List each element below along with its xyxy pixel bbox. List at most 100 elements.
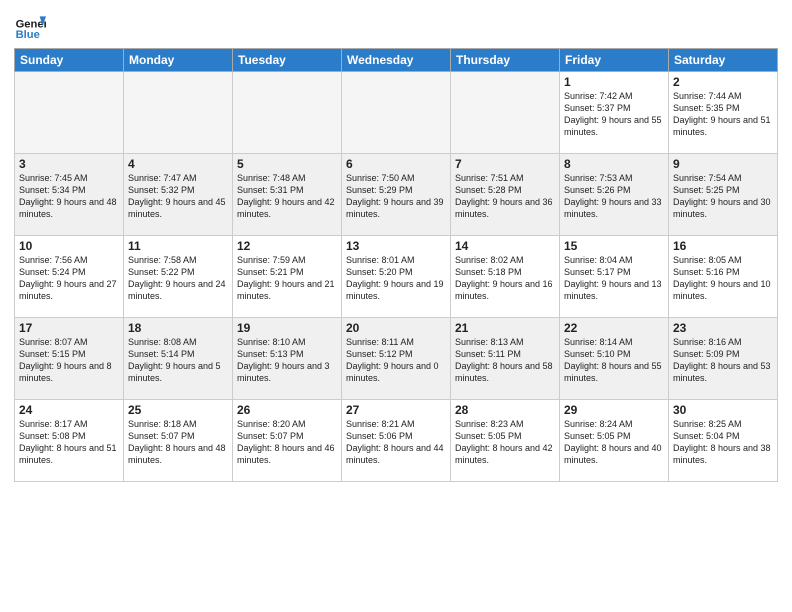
cal-cell: 12Sunrise: 7:59 AM Sunset: 5:21 PM Dayli… — [233, 236, 342, 318]
day-header-tuesday: Tuesday — [233, 49, 342, 72]
cal-cell: 6Sunrise: 7:50 AM Sunset: 5:29 PM Daylig… — [342, 154, 451, 236]
cell-info: Sunrise: 8:17 AM Sunset: 5:08 PM Dayligh… — [19, 418, 119, 467]
week-row-5: 24Sunrise: 8:17 AM Sunset: 5:08 PM Dayli… — [15, 400, 778, 482]
day-number: 27 — [346, 403, 446, 417]
cell-info: Sunrise: 8:25 AM Sunset: 5:04 PM Dayligh… — [673, 418, 773, 467]
week-row-4: 17Sunrise: 8:07 AM Sunset: 5:15 PM Dayli… — [15, 318, 778, 400]
cal-cell: 28Sunrise: 8:23 AM Sunset: 5:05 PM Dayli… — [451, 400, 560, 482]
svg-text:Blue: Blue — [16, 29, 40, 41]
day-number: 1 — [564, 75, 664, 89]
day-number: 4 — [128, 157, 228, 171]
day-number: 3 — [19, 157, 119, 171]
cell-info: Sunrise: 7:54 AM Sunset: 5:25 PM Dayligh… — [673, 172, 773, 221]
cal-cell — [342, 72, 451, 154]
calendar-table: SundayMondayTuesdayWednesdayThursdayFrid… — [14, 48, 778, 482]
day-header-saturday: Saturday — [669, 49, 778, 72]
cal-cell: 10Sunrise: 7:56 AM Sunset: 5:24 PM Dayli… — [15, 236, 124, 318]
cell-info: Sunrise: 8:07 AM Sunset: 5:15 PM Dayligh… — [19, 336, 119, 385]
cal-cell: 15Sunrise: 8:04 AM Sunset: 5:17 PM Dayli… — [560, 236, 669, 318]
cal-cell: 8Sunrise: 7:53 AM Sunset: 5:26 PM Daylig… — [560, 154, 669, 236]
day-number: 24 — [19, 403, 119, 417]
cell-info: Sunrise: 7:44 AM Sunset: 5:35 PM Dayligh… — [673, 90, 773, 139]
day-number: 6 — [346, 157, 446, 171]
cell-info: Sunrise: 8:10 AM Sunset: 5:13 PM Dayligh… — [237, 336, 337, 385]
cal-cell: 22Sunrise: 8:14 AM Sunset: 5:10 PM Dayli… — [560, 318, 669, 400]
cal-cell: 17Sunrise: 8:07 AM Sunset: 5:15 PM Dayli… — [15, 318, 124, 400]
cell-info: Sunrise: 8:04 AM Sunset: 5:17 PM Dayligh… — [564, 254, 664, 303]
cell-info: Sunrise: 8:14 AM Sunset: 5:10 PM Dayligh… — [564, 336, 664, 385]
day-number: 2 — [673, 75, 773, 89]
cell-info: Sunrise: 7:50 AM Sunset: 5:29 PM Dayligh… — [346, 172, 446, 221]
cell-info: Sunrise: 8:24 AM Sunset: 5:05 PM Dayligh… — [564, 418, 664, 467]
cal-cell — [451, 72, 560, 154]
cell-info: Sunrise: 8:11 AM Sunset: 5:12 PM Dayligh… — [346, 336, 446, 385]
day-number: 17 — [19, 321, 119, 335]
header: General Blue — [14, 10, 778, 42]
cal-cell: 11Sunrise: 7:58 AM Sunset: 5:22 PM Dayli… — [124, 236, 233, 318]
cal-cell: 23Sunrise: 8:16 AM Sunset: 5:09 PM Dayli… — [669, 318, 778, 400]
day-number: 18 — [128, 321, 228, 335]
day-number: 29 — [564, 403, 664, 417]
day-number: 14 — [455, 239, 555, 253]
day-number: 22 — [564, 321, 664, 335]
cell-info: Sunrise: 8:01 AM Sunset: 5:20 PM Dayligh… — [346, 254, 446, 303]
cal-cell: 21Sunrise: 8:13 AM Sunset: 5:11 PM Dayli… — [451, 318, 560, 400]
cell-info: Sunrise: 8:20 AM Sunset: 5:07 PM Dayligh… — [237, 418, 337, 467]
week-row-2: 3Sunrise: 7:45 AM Sunset: 5:34 PM Daylig… — [15, 154, 778, 236]
logo-icon: General Blue — [14, 10, 46, 42]
week-row-1: 1Sunrise: 7:42 AM Sunset: 5:37 PM Daylig… — [15, 72, 778, 154]
cal-cell — [15, 72, 124, 154]
cell-info: Sunrise: 7:47 AM Sunset: 5:32 PM Dayligh… — [128, 172, 228, 221]
cell-info: Sunrise: 8:23 AM Sunset: 5:05 PM Dayligh… — [455, 418, 555, 467]
cal-cell: 2Sunrise: 7:44 AM Sunset: 5:35 PM Daylig… — [669, 72, 778, 154]
cal-cell: 27Sunrise: 8:21 AM Sunset: 5:06 PM Dayli… — [342, 400, 451, 482]
day-number: 9 — [673, 157, 773, 171]
cell-info: Sunrise: 7:58 AM Sunset: 5:22 PM Dayligh… — [128, 254, 228, 303]
cal-cell: 26Sunrise: 8:20 AM Sunset: 5:07 PM Dayli… — [233, 400, 342, 482]
day-number: 16 — [673, 239, 773, 253]
cal-cell: 18Sunrise: 8:08 AM Sunset: 5:14 PM Dayli… — [124, 318, 233, 400]
day-number: 23 — [673, 321, 773, 335]
cal-cell: 13Sunrise: 8:01 AM Sunset: 5:20 PM Dayli… — [342, 236, 451, 318]
cal-cell: 3Sunrise: 7:45 AM Sunset: 5:34 PM Daylig… — [15, 154, 124, 236]
day-header-wednesday: Wednesday — [342, 49, 451, 72]
cal-cell: 20Sunrise: 8:11 AM Sunset: 5:12 PM Dayli… — [342, 318, 451, 400]
day-number: 8 — [564, 157, 664, 171]
day-number: 13 — [346, 239, 446, 253]
cal-cell: 19Sunrise: 8:10 AM Sunset: 5:13 PM Dayli… — [233, 318, 342, 400]
cell-info: Sunrise: 7:48 AM Sunset: 5:31 PM Dayligh… — [237, 172, 337, 221]
cal-cell: 30Sunrise: 8:25 AM Sunset: 5:04 PM Dayli… — [669, 400, 778, 482]
cell-info: Sunrise: 7:53 AM Sunset: 5:26 PM Dayligh… — [564, 172, 664, 221]
cell-info: Sunrise: 8:18 AM Sunset: 5:07 PM Dayligh… — [128, 418, 228, 467]
cell-info: Sunrise: 8:02 AM Sunset: 5:18 PM Dayligh… — [455, 254, 555, 303]
cal-cell: 4Sunrise: 7:47 AM Sunset: 5:32 PM Daylig… — [124, 154, 233, 236]
day-number: 30 — [673, 403, 773, 417]
cal-cell: 25Sunrise: 8:18 AM Sunset: 5:07 PM Dayli… — [124, 400, 233, 482]
cell-info: Sunrise: 7:59 AM Sunset: 5:21 PM Dayligh… — [237, 254, 337, 303]
header-row: SundayMondayTuesdayWednesdayThursdayFrid… — [15, 49, 778, 72]
day-number: 25 — [128, 403, 228, 417]
cal-cell: 14Sunrise: 8:02 AM Sunset: 5:18 PM Dayli… — [451, 236, 560, 318]
cell-info: Sunrise: 8:08 AM Sunset: 5:14 PM Dayligh… — [128, 336, 228, 385]
day-number: 10 — [19, 239, 119, 253]
calendar-page: General Blue SundayMondayTuesdayWednesda… — [0, 0, 792, 612]
cell-info: Sunrise: 7:42 AM Sunset: 5:37 PM Dayligh… — [564, 90, 664, 139]
week-row-3: 10Sunrise: 7:56 AM Sunset: 5:24 PM Dayli… — [15, 236, 778, 318]
cal-cell: 1Sunrise: 7:42 AM Sunset: 5:37 PM Daylig… — [560, 72, 669, 154]
cal-cell: 7Sunrise: 7:51 AM Sunset: 5:28 PM Daylig… — [451, 154, 560, 236]
cal-cell: 16Sunrise: 8:05 AM Sunset: 5:16 PM Dayli… — [669, 236, 778, 318]
cell-info: Sunrise: 8:21 AM Sunset: 5:06 PM Dayligh… — [346, 418, 446, 467]
day-number: 5 — [237, 157, 337, 171]
cal-cell — [124, 72, 233, 154]
day-number: 12 — [237, 239, 337, 253]
day-number: 19 — [237, 321, 337, 335]
day-number: 11 — [128, 239, 228, 253]
cell-info: Sunrise: 8:13 AM Sunset: 5:11 PM Dayligh… — [455, 336, 555, 385]
day-header-monday: Monday — [124, 49, 233, 72]
cell-info: Sunrise: 7:45 AM Sunset: 5:34 PM Dayligh… — [19, 172, 119, 221]
cell-info: Sunrise: 7:56 AM Sunset: 5:24 PM Dayligh… — [19, 254, 119, 303]
cal-cell: 29Sunrise: 8:24 AM Sunset: 5:05 PM Dayli… — [560, 400, 669, 482]
day-header-thursday: Thursday — [451, 49, 560, 72]
day-number: 7 — [455, 157, 555, 171]
cal-cell — [233, 72, 342, 154]
